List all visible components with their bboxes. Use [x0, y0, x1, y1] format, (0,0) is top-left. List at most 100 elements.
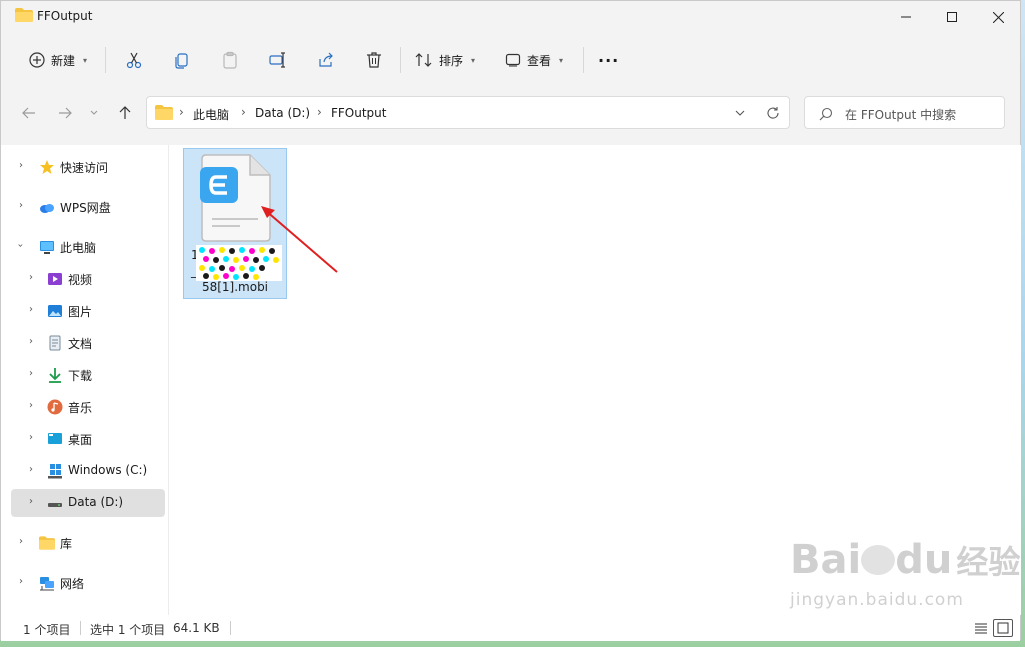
minimize-icon [901, 16, 911, 18]
sidebar-item-data-drive[interactable]: › Data (D:) [11, 489, 165, 517]
grid-view-icon [997, 622, 1009, 634]
sidebar-item-label: 图片 [68, 305, 93, 319]
sidebar-item-wps-cloud[interactable]: › WPS网盘 [11, 193, 165, 221]
sidebar-item-quick-access[interactable]: › 快速访问 [11, 153, 165, 181]
chevron-right-icon[interactable]: › [19, 536, 23, 547]
large-icons-view-button[interactable] [993, 619, 1013, 637]
sidebar-item-label: 快速访问 [60, 161, 109, 175]
chevron-down-icon [90, 110, 98, 115]
sort-icon [415, 53, 432, 67]
new-label: 新建 [51, 53, 76, 68]
watermark-url: jingyan.baidu.com [790, 590, 964, 610]
chevron-right-icon[interactable]: › [29, 496, 33, 507]
paw-icon [861, 545, 896, 575]
arrow-left-icon [22, 107, 35, 119]
download-icon [49, 368, 61, 383]
chevron-down-icon: ▾ [471, 55, 476, 65]
arrow-right-icon [59, 107, 72, 119]
chevron-right-icon[interactable]: › [29, 400, 33, 411]
chevron-right-icon[interactable]: › [29, 272, 33, 283]
sidebar-item-desktop[interactable]: › 桌面 [11, 425, 165, 453]
details-view-button[interactable] [971, 619, 991, 637]
sidebar-item-libraries[interactable]: › 库 [11, 529, 165, 557]
more-options-button[interactable]: ··· [598, 45, 619, 75]
sidebar-item-music[interactable]: › 音乐 [11, 393, 165, 421]
close-icon [992, 11, 1004, 23]
divider [583, 47, 584, 73]
sort-button[interactable]: 排序 ▾ [415, 45, 475, 75]
watermark-cn: 经验 [956, 543, 1021, 581]
watermark-brand2: du [895, 537, 953, 583]
maximize-button[interactable] [929, 1, 975, 33]
selected-count: 选中 1 个项目 [90, 623, 166, 637]
plus-circle-icon [29, 52, 45, 68]
folder-icon [15, 8, 33, 22]
breadcrumb-data-drive[interactable]: Data (D:) [255, 106, 310, 120]
watermark-brand: Bai [790, 537, 862, 583]
sidebar-item-this-pc[interactable]: › 此电脑 [11, 233, 165, 261]
close-button[interactable] [975, 1, 1021, 33]
chevron-right-icon[interactable]: › [29, 464, 33, 475]
up-button[interactable] [113, 99, 137, 127]
scissors-icon [126, 52, 142, 69]
chevron-right-icon[interactable]: › [29, 304, 33, 315]
chevron-right-icon[interactable]: › [19, 200, 23, 211]
library-icon [39, 536, 55, 550]
search-icon [819, 107, 833, 121]
chevron-right-icon[interactable]: › [19, 160, 23, 171]
view-button[interactable]: 查看 ▾ [505, 45, 563, 75]
address-bar[interactable]: › 此电脑 › Data (D:) › FFOutput [146, 96, 790, 129]
breadcrumb-ffoutput[interactable]: FFOutput [331, 106, 387, 120]
breadcrumb-this-pc[interactable]: 此电脑 [193, 106, 229, 123]
sidebar-item-pictures[interactable]: › 图片 [11, 297, 165, 325]
search-placeholder: 在 FFOutput 中搜索 [845, 108, 957, 122]
divider [230, 621, 231, 635]
sidebar-item-downloads[interactable]: › 下载 [11, 361, 165, 389]
minimize-button[interactable] [883, 1, 929, 33]
baidu-watermark: Bai du 经验 jingyan.baidu.com [790, 540, 1020, 610]
delete-button[interactable] [365, 45, 383, 75]
share-button[interactable] [317, 45, 335, 75]
sidebar-item-documents[interactable]: › 文档 [11, 329, 165, 357]
chevron-right-icon[interactable]: › [19, 576, 23, 587]
windows-drive-icon [48, 464, 62, 479]
window-title: FFOutput [37, 9, 93, 23]
search-box[interactable]: 在 FFOutput 中搜索 [804, 96, 1005, 129]
sidebar-item-label: 下载 [68, 369, 93, 383]
recent-locations-button[interactable] [85, 99, 103, 127]
copy-button[interactable] [173, 45, 191, 75]
chevron-down-icon: ▾ [559, 55, 564, 65]
chevron-down-icon[interactable] [735, 110, 745, 117]
sidebar-item-videos[interactable]: › 视频 [11, 265, 165, 293]
arrow-up-icon [119, 106, 131, 119]
sidebar-item-windows-drive[interactable]: › Windows (C:) [11, 457, 165, 485]
chevron-down-icon: ▾ [83, 55, 88, 65]
refresh-icon[interactable] [766, 106, 780, 120]
sidebar-item-label: Windows (C:) [68, 463, 148, 477]
list-view-icon [975, 623, 987, 634]
paste-button[interactable] [221, 45, 239, 75]
chevron-right-icon[interactable]: › [29, 336, 33, 347]
rename-button[interactable] [269, 45, 287, 75]
chevron-down-icon[interactable]: › [15, 244, 26, 248]
star-icon [40, 160, 54, 174]
file-name-line4: 58[1].mobi [201, 280, 269, 294]
trash-icon [367, 52, 381, 68]
new-button[interactable]: 新建 ▾ [29, 45, 87, 75]
computer-icon [40, 241, 54, 254]
title-bar: FFOutput [1, 1, 1020, 33]
sidebar-item-network[interactable]: › 网络 [11, 569, 165, 597]
sidebar-item-label: 音乐 [68, 401, 93, 415]
chevron-right-icon[interactable]: › [29, 368, 33, 379]
view-icon [505, 53, 521, 67]
document-icon [49, 335, 61, 351]
chevron-right-icon[interactable]: › [29, 432, 33, 443]
sidebar-item-label: 文档 [68, 337, 93, 351]
chevron-right-icon: › [317, 105, 322, 119]
back-button[interactable] [17, 99, 41, 127]
cut-button[interactable] [125, 45, 143, 75]
folder-icon [155, 105, 173, 120]
forward-button[interactable] [53, 99, 77, 127]
sidebar-item-label: 桌面 [68, 433, 93, 447]
item-count: 1 个项目 [23, 623, 71, 637]
